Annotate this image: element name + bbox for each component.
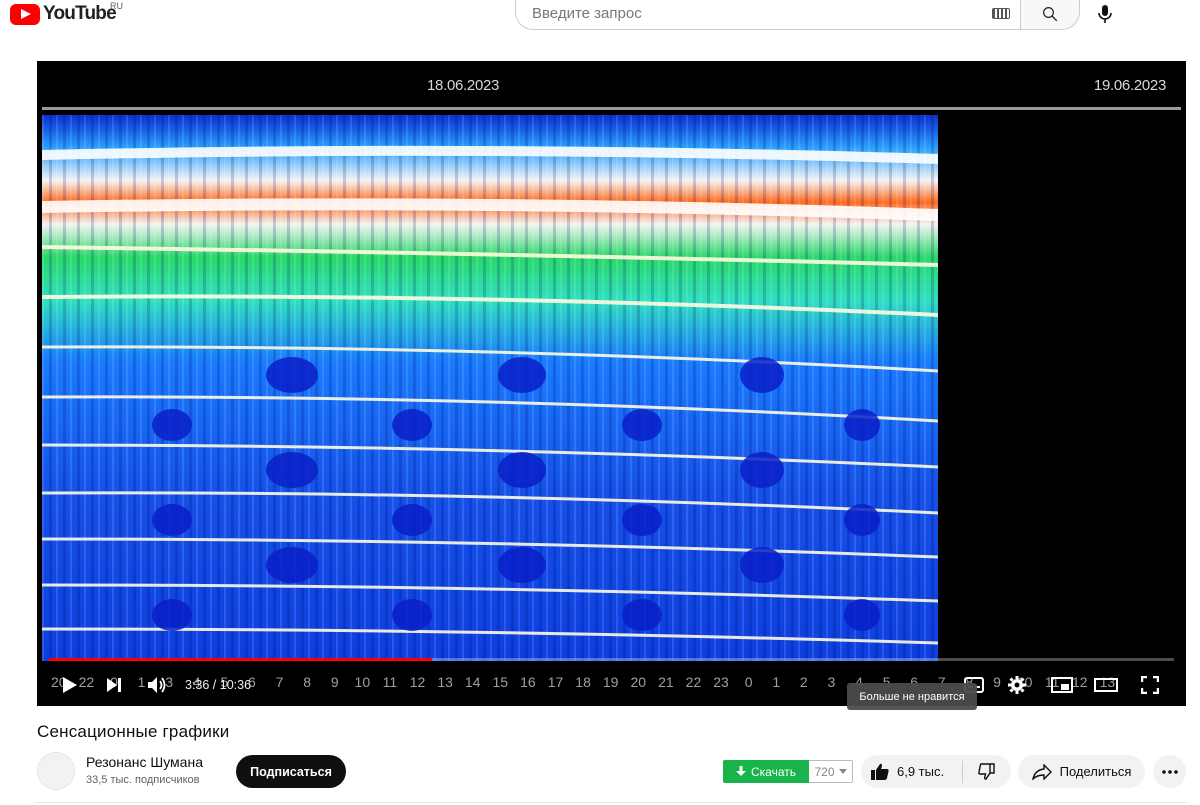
play-icon [63,677,77,693]
hour-tick-label: 23 [713,674,729,690]
volume-icon [148,677,166,693]
hour-tick-label: 12 [409,674,426,690]
download-label: Скачать [751,764,796,779]
hour-tick-label: 2 [799,674,808,690]
next-button[interactable] [99,671,129,699]
section-divider [37,802,1186,803]
subscriber-count: 33,5 тыс. подписчиков [86,774,200,786]
search-button[interactable] [1020,0,1080,30]
channel-avatar[interactable] [37,752,75,790]
hour-tick-label: 7 [275,674,284,690]
hour-tick-label: 20 [630,674,647,690]
share-arrow-icon [1031,763,1052,780]
region-code: RU [110,1,123,11]
subscribe-button[interactable]: Подписаться [236,755,346,788]
hour-tick-label: 17 [547,674,564,690]
hour-tick-label: 11 [382,674,398,690]
search-input[interactable] [532,5,952,22]
fullscreen-button[interactable] [1135,671,1165,699]
more-actions-button[interactable] [1153,755,1186,788]
hour-tick-label: 22 [685,674,702,690]
hour-tick-label: 0 [744,674,753,690]
gear-icon [1008,676,1026,694]
hour-tick-label: 19 [602,674,619,690]
miniplayer-icon [1051,677,1073,693]
mute-button[interactable] [142,671,172,699]
chevron-down-icon [838,769,847,774]
settings-button[interactable] [1002,671,1032,699]
hour-tick-label: 10 [354,674,371,690]
like-count: 6,9 тыс. [897,764,945,779]
download-widget: Скачать 720 [723,760,853,783]
chart-divider-line [42,107,1181,110]
video-player[interactable]: 18.06.2023 19.06.2023 20 22 0 1 3 4 5 6 … [37,61,1186,706]
hour-tick-label: 15 [492,674,509,690]
fullscreen-icon [1141,676,1159,694]
theater-mode-button[interactable] [1091,671,1121,699]
thumbs-down-icon [978,763,995,780]
time-display: 3:36 / 10:36 [185,678,252,692]
search-box [515,0,1020,30]
search-bar [515,0,1080,30]
hour-tick-label: 14 [464,674,481,690]
player-controls: 20 22 0 1 3 4 5 6 7 8 9 10 11 12 13 14 15 16 17 18 19 20 21 22 2… [37,665,1186,705]
search-icon [1043,6,1058,21]
share-label: Поделиться [1059,764,1132,779]
dislike-button[interactable] [963,763,1011,780]
progress-bar-played [49,658,432,661]
thumbs-up-icon [871,763,889,780]
theater-icon [1094,678,1118,692]
microphone-icon [1098,5,1112,23]
hour-tick-label: 18 [575,674,591,690]
miniplayer-button[interactable] [1047,671,1077,699]
hour-tick-label: 13 [437,674,453,690]
hour-tick-label: 9 [330,674,339,690]
quality-select[interactable]: 720 [809,760,853,783]
dislike-tooltip: Больше не нравится [847,683,977,710]
spectrogram-video-frame [42,115,938,661]
download-button[interactable]: Скачать [723,760,809,783]
download-arrow-icon [736,766,746,776]
hour-tick-label: 16 [520,674,536,690]
logo-text: YouTube [43,3,117,24]
date-label-right: 19.06.2023 [1093,77,1166,94]
voice-search-button[interactable] [1093,2,1117,26]
play-button[interactable] [55,671,85,699]
keyboard-icon[interactable] [992,8,1010,19]
share-button[interactable]: Поделиться [1018,755,1145,788]
progress-bar[interactable] [49,658,1174,661]
quality-value: 720 [814,764,835,779]
youtube-play-logo-icon [10,3,40,25]
hour-tick-label: 1 [772,674,781,690]
hour-tick-label: 8 [303,674,312,690]
masthead: YouTube RU [0,0,1200,30]
hour-tick-label: 3 [827,674,836,690]
channel-name[interactable]: Резонанс Шумана [86,754,203,770]
date-label-left: 18.06.2023 [427,77,500,94]
hour-tick-label: 21 [658,674,674,690]
more-horizontal-icon [1161,769,1178,774]
like-button[interactable]: 6,9 тыс. [861,760,963,783]
youtube-logo[interactable]: YouTube RU [10,1,123,25]
like-dislike-group: 6,9 тыс. [861,755,1011,788]
video-title: Сенсационные графики [37,722,230,741]
next-icon [107,678,121,692]
